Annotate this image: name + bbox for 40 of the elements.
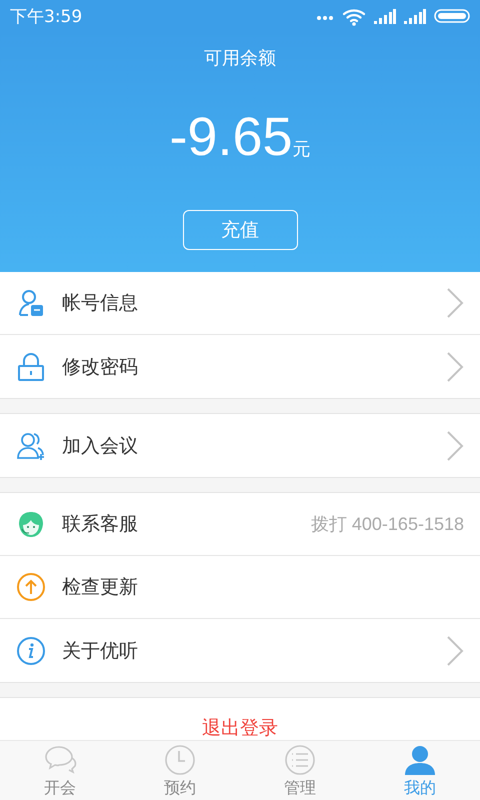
chevron-right-icon xyxy=(446,634,464,666)
wifi-icon xyxy=(342,6,366,26)
nav-tab[interactable]: 我的 xyxy=(360,741,480,800)
menu-label: 加入会议 xyxy=(62,434,139,458)
menu-label: 修改密码 xyxy=(62,354,139,380)
signal-icon xyxy=(374,8,396,24)
user-card-icon xyxy=(16,288,46,318)
up-arrow-circle-icon xyxy=(16,572,46,602)
menu-row[interactable]: 关于优听 xyxy=(0,619,480,682)
currency-unit: 元 xyxy=(292,138,311,161)
info-icon xyxy=(16,636,46,666)
phone-number[interactable]: 拨打 400-165-1518 xyxy=(310,512,464,536)
menu-row[interactable]: 联系客服 拨打 400-165-1518 xyxy=(0,493,480,556)
chevron-right-icon xyxy=(446,350,464,382)
person-icon xyxy=(403,744,437,777)
list-icon xyxy=(283,744,317,777)
balance-amount: -9.65 xyxy=(169,106,293,168)
menu-label: 联系客服 xyxy=(62,512,139,537)
menu-row[interactable]: 帐号信息 xyxy=(0,272,480,335)
menu-row[interactable]: 检查更新 xyxy=(0,556,480,619)
nav-tab[interactable]: 开会 xyxy=(0,741,120,800)
lock-icon xyxy=(16,352,46,382)
chevron-right-icon xyxy=(446,287,464,319)
menu-label: 检查更新 xyxy=(62,575,139,600)
add-users-icon xyxy=(16,430,46,460)
clock-icon xyxy=(163,744,197,777)
support-agent-icon xyxy=(16,509,46,539)
nav-tab[interactable]: 预约 xyxy=(120,741,240,800)
menu-row[interactable]: 加入会议 xyxy=(0,414,480,477)
chevron-right-icon xyxy=(446,430,464,462)
recharge-button[interactable]: 充值 xyxy=(182,210,298,250)
menu-row[interactable]: 修改密码 xyxy=(0,335,480,398)
status-time: 下午3:59 xyxy=(10,6,84,28)
signal-icon xyxy=(404,8,426,24)
balance-label: 可用余额 xyxy=(204,47,276,70)
nav-tab[interactable]: 管理 xyxy=(240,741,360,800)
menu-label: 关于优听 xyxy=(62,638,139,664)
battery-icon xyxy=(434,9,470,23)
menu-label: 帐号信息 xyxy=(62,291,139,316)
logout-button[interactable]: 退出登录 xyxy=(0,697,480,740)
